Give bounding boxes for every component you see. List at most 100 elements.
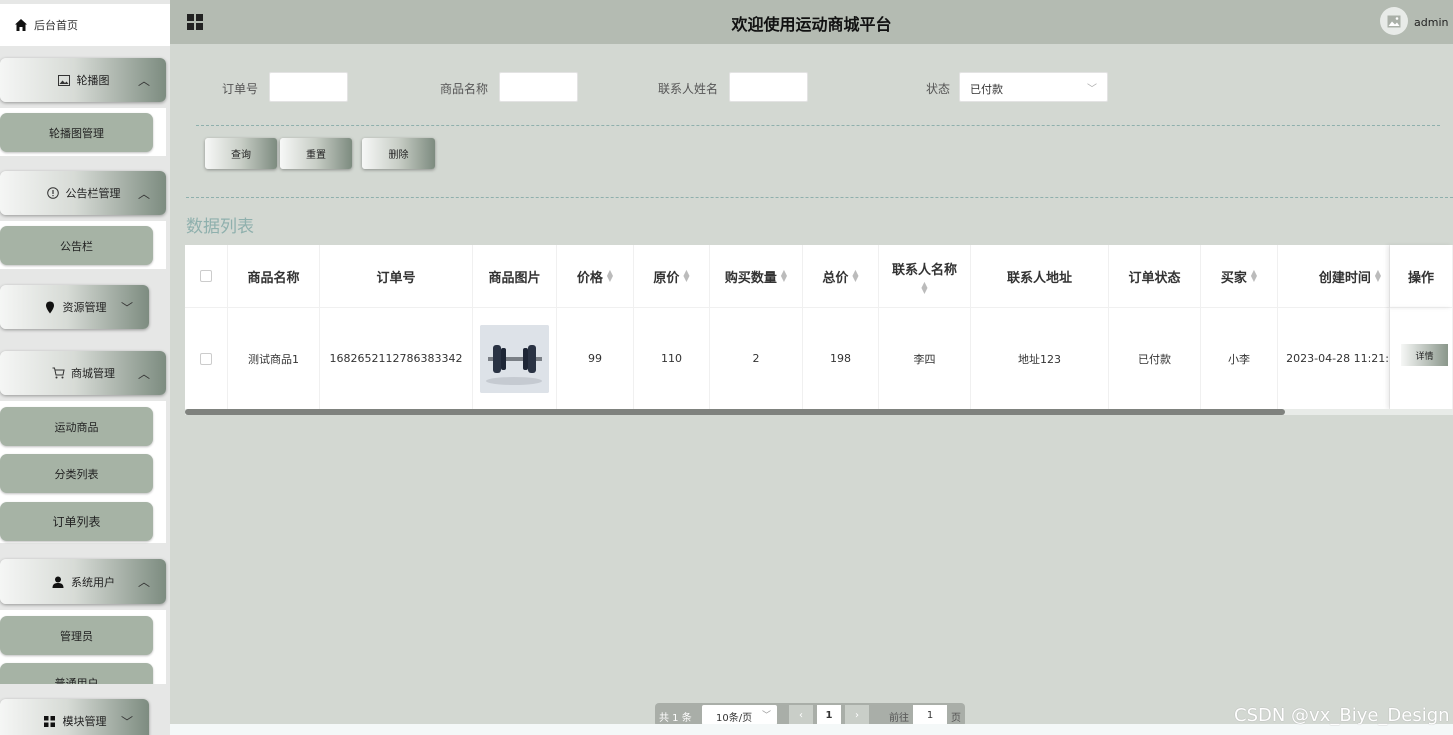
column-header-sortable[interactable]: 价格 ▲ ▼	[557, 245, 634, 308]
chevron-down-icon: ﹀	[120, 715, 133, 729]
sort-icon[interactable]: ▲ ▼	[921, 280, 927, 294]
sidebar-item-label: 管理员	[60, 629, 93, 643]
cell-buyer: 小李	[1201, 308, 1278, 409]
sidebar-group-label: 模块管理	[62, 715, 107, 728]
sidebar-group-system-users[interactable]: 系统用户 ︿	[0, 559, 166, 604]
image-icon	[1387, 15, 1401, 27]
product-name-label: 商品名称	[440, 82, 489, 96]
contact-name-input[interactable]	[729, 72, 808, 102]
column-header-label: 创建时间	[1318, 270, 1371, 286]
chevron-left-icon: ‹	[799, 709, 803, 721]
sidebar-group-label: 公告栏管理	[65, 187, 121, 200]
sidebar-item-carousel-manage[interactable]: 轮播图管理	[0, 113, 153, 152]
column-header: 订单状态	[1109, 245, 1201, 308]
status-select-value: 已付款	[970, 83, 1003, 96]
column-header-label: 订单状态	[1128, 270, 1181, 286]
column-header-label: 操作	[1407, 270, 1434, 286]
sort-icon[interactable]: ▲ ▼	[683, 269, 689, 283]
sort-icon[interactable]: ▲ ▼	[1251, 269, 1257, 283]
horizontal-scrollbar[interactable]	[185, 409, 1453, 415]
reset-button[interactable]: 重置	[280, 138, 352, 169]
column-header-label: 商品名称	[247, 270, 300, 286]
user-icon	[51, 575, 65, 589]
cell-original-price: 110	[634, 308, 710, 409]
column-header-label: 联系人地址	[1006, 270, 1072, 286]
sort-icon[interactable]: ▲ ▼	[852, 269, 858, 283]
column-header-label: 订单号	[376, 270, 416, 286]
contact-name-label: 联系人姓名	[658, 82, 719, 96]
username[interactable]: admin	[1414, 16, 1448, 29]
column-header: 商品图片	[473, 245, 557, 308]
cell-contact-address: 地址123	[971, 308, 1109, 409]
next-page-button[interactable]: ›	[845, 705, 869, 725]
cell-product-name: 测试商品1	[228, 308, 320, 409]
chevron-right-icon: ›	[855, 709, 859, 721]
submenu-system-users: 管理员 普通用户	[0, 610, 166, 684]
submenu-carousel: 轮播图管理	[0, 108, 166, 156]
divider	[186, 197, 1453, 198]
row-checkbox[interactable]	[200, 352, 212, 365]
goto-page-input[interactable]: 1	[913, 705, 947, 725]
data-table: 商品名称 订单号 商品图片 价格 ▲ ▼ 原价 ▲ ▼ 购买数量 ▲ ▼ 总价 ▲ ▼ 联系人名…	[185, 245, 1453, 409]
row-select-cell	[185, 308, 228, 409]
sidebar-group-label: 资源管理	[62, 301, 107, 314]
avatar[interactable]	[1380, 7, 1408, 35]
query-button[interactable]: 查询	[205, 138, 277, 169]
goto-page-suffix: 页	[951, 713, 961, 724]
product-name-input[interactable]	[499, 72, 578, 102]
prev-page-button[interactable]: ‹	[789, 705, 813, 725]
delete-button[interactable]: 删除	[362, 138, 435, 169]
detail-button[interactable]: 详情	[1401, 344, 1448, 366]
status-label: 状态	[926, 82, 951, 96]
status-select[interactable]: 已付款 ﹀	[959, 72, 1108, 102]
sort-icon[interactable]: ▲ ▼	[1375, 269, 1381, 283]
info-icon	[46, 186, 60, 200]
select-all-checkbox[interactable]	[200, 270, 212, 282]
column-header-sortable[interactable]: 原价 ▲ ▼	[634, 245, 710, 308]
sidebar-item-admin[interactable]: 管理员	[0, 616, 153, 655]
column-header: 订单号	[320, 245, 473, 308]
column-header-sortable[interactable]: 买家 ▲ ▼	[1201, 245, 1278, 308]
sidebar-item-notice[interactable]: 公告栏	[0, 226, 153, 265]
goto-label: 前往	[889, 713, 909, 724]
sidebar-item-category-list[interactable]: 分类列表	[0, 454, 153, 493]
sidebar-item-label: 普通用户	[54, 676, 99, 685]
watermark: CSDN @vx_Biye_Design	[1234, 705, 1450, 726]
column-header-label: 商品图片	[488, 270, 541, 286]
select-all-cell	[185, 245, 228, 308]
order-no-input[interactable]	[269, 72, 348, 102]
sidebar: 后台首页 轮播图 ︿ 轮播图管理 公告栏管理 ︿ 公告栏 资源管理 ﹀ 商城管理…	[0, 0, 170, 735]
page-number-current[interactable]: 1	[817, 705, 841, 725]
submenu-notice: 公告栏	[0, 221, 166, 269]
scrollbar-thumb[interactable]	[185, 409, 1285, 415]
sidebar-item-label: 运动商品	[54, 420, 99, 434]
sidebar-group-carousel[interactable]: 轮播图 ︿	[0, 58, 166, 102]
sidebar-group-modules[interactable]: 模块管理 ﹀	[0, 699, 149, 735]
sort-icon[interactable]: ▲ ▼	[607, 269, 613, 283]
sidebar-item-label: 分类列表	[54, 467, 99, 481]
sidebar-item-normal-user[interactable]: 普通用户	[0, 663, 153, 684]
page-size-select[interactable]: 10条/页 ﹀	[702, 705, 777, 725]
column-header-label: 原价	[653, 270, 680, 286]
column-header: 商品名称	[228, 245, 320, 308]
column-header: 操作	[1390, 245, 1453, 308]
sidebar-home[interactable]: 后台首页	[0, 4, 170, 46]
column-header-sortable[interactable]: 购买数量 ▲ ▼	[710, 245, 803, 308]
sidebar-group-notice[interactable]: 公告栏管理 ︿	[0, 171, 166, 215]
submenu-mall: 运动商品 分类列表 订单列表	[0, 401, 166, 543]
sidebar-item-sports-products[interactable]: 运动商品	[0, 407, 153, 446]
cell-quantity: 2	[710, 308, 803, 409]
sidebar-group-mall[interactable]: 商城管理 ︿	[0, 351, 166, 395]
column-header-sortable[interactable]: 总价 ▲ ▼	[803, 245, 879, 308]
sidebar-item-order-list[interactable]: 订单列表	[0, 502, 153, 541]
column-header-sortable[interactable]: 创建时间 ▲ ▼	[1278, 245, 1390, 308]
sort-icon[interactable]: ▲ ▼	[781, 269, 787, 283]
column-header-label: 价格	[576, 270, 603, 286]
chevron-down-icon: ﹀	[761, 711, 771, 721]
sidebar-group-resource[interactable]: 资源管理 ﹀	[0, 285, 149, 329]
chevron-up-icon: ︿	[137, 575, 150, 589]
page-title: 欢迎使用运动商城平台	[731, 15, 892, 34]
column-header-sortable[interactable]: 联系人名称 ▲ ▼	[879, 245, 971, 308]
sidebar-group-label: 轮播图	[76, 74, 110, 87]
sidebar-item-label: 轮播图管理	[49, 126, 104, 140]
